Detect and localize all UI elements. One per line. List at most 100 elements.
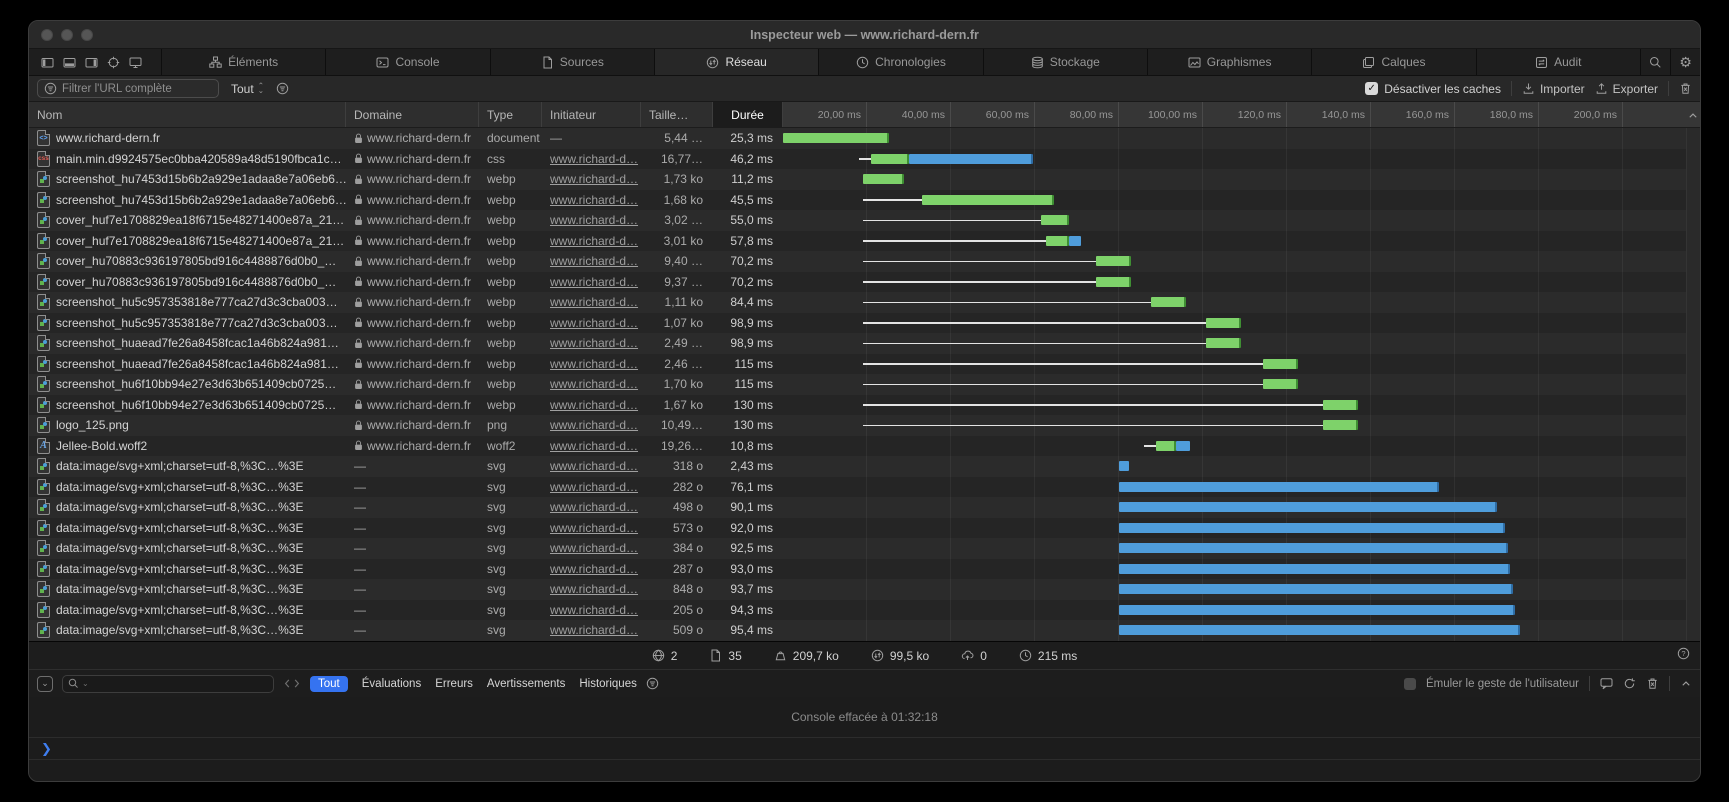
request-initiator[interactable]: www.richard-d… <box>550 439 638 453</box>
next-result-icon[interactable] <box>293 678 301 689</box>
tab-stockage[interactable]: Stockage <box>983 49 1147 75</box>
scrollbar-track[interactable] <box>1686 128 1700 641</box>
console-search-input[interactable]: ⌄ <box>62 675 274 693</box>
request-initiator[interactable]: www.richard-d… <box>550 336 638 350</box>
tab-audit[interactable]: Audit <box>1476 49 1640 75</box>
tab-reseau[interactable]: Réseau <box>654 49 818 75</box>
request-initiator[interactable]: www.richard-d… <box>550 459 638 473</box>
request-initiator[interactable]: www.richard-d… <box>550 562 638 576</box>
network-request-row[interactable]: data:image/svg+xml;charset=utf-8,%3C…%3E… <box>29 600 1700 621</box>
network-request-row[interactable]: screenshot_hu7453d15b6b2a929e1adaa8e7a06… <box>29 169 1700 190</box>
network-request-row[interactable]: screenshot_hu6f10bb94e27e3d63b651409cb07… <box>29 395 1700 416</box>
request-initiator[interactable]: www.richard-d… <box>550 541 638 555</box>
monitor-icon[interactable] <box>129 56 142 69</box>
scroll-up-area[interactable] <box>1686 102 1700 127</box>
network-request-row[interactable]: screenshot_hu5c957353818e777ca27d3c3cba0… <box>29 292 1700 313</box>
settings-button[interactable]: ⚙ <box>1670 49 1700 75</box>
request-initiator[interactable]: www.richard-d… <box>550 521 638 535</box>
url-filter-input[interactable]: Filtrer l'URL complète <box>37 79 219 98</box>
network-request-row[interactable]: logo_125.pngwww.richard-dern.frpngwww.ri… <box>29 415 1700 436</box>
network-request-row[interactable]: data:image/svg+xml;charset=utf-8,%3C…%3E… <box>29 477 1700 498</box>
request-initiator[interactable]: www.richard-d… <box>550 603 638 617</box>
request-initiator[interactable]: www.richard-d… <box>550 254 638 268</box>
column-header-type[interactable]: Type <box>479 102 542 127</box>
column-header-initiateur[interactable]: Initiateur <box>542 102 641 127</box>
network-request-row[interactable]: screenshot_hu6f10bb94e27e3d63b651409cb07… <box>29 374 1700 395</box>
request-initiator[interactable]: www.richard-d… <box>550 500 638 514</box>
clear-console-icon[interactable] <box>1646 677 1659 690</box>
network-request-row[interactable]: screenshot_hu5c957353818e777ca27d3c3cba0… <box>29 313 1700 334</box>
network-request-row[interactable]: cover_hu70883c936197805bd916c4488876d0b0… <box>29 251 1700 272</box>
help-icon[interactable]: ? <box>1677 647 1690 660</box>
request-initiator[interactable]: www.richard-d… <box>550 172 638 186</box>
network-request-row[interactable]: data:image/svg+xml;charset=utf-8,%3C…%3E… <box>29 620 1700 641</box>
collapse-console-icon[interactable] <box>1680 677 1692 690</box>
request-initiator[interactable]: www.richard-d… <box>550 213 638 227</box>
request-initiator[interactable]: www.richard-d… <box>550 275 638 289</box>
column-header-domaine[interactable]: Domaine <box>346 102 479 127</box>
target-icon[interactable] <box>107 56 120 69</box>
reload-icon[interactable] <box>1623 677 1636 690</box>
network-request-row[interactable]: data:image/svg+xml;charset=utf-8,%3C…%3E… <box>29 559 1700 580</box>
request-initiator[interactable]: www.richard-d… <box>550 377 638 391</box>
console-scope-tout[interactable]: Tout <box>310 676 348 692</box>
network-request-row[interactable]: cssmain.min.d9924575ec0bba420589a48d5190… <box>29 149 1700 170</box>
tab-calques[interactable]: Calques <box>1311 49 1475 75</box>
emulate-gesture-checkbox[interactable] <box>1404 678 1416 690</box>
network-request-row[interactable]: AJellee-Bold.woff2www.richard-dern.frwof… <box>29 436 1700 457</box>
zoom-button[interactable] <box>81 29 93 41</box>
network-request-row[interactable]: cover_hu70883c936197805bd916c4488876d0b0… <box>29 272 1700 293</box>
console-filter-icon[interactable] <box>646 677 659 690</box>
network-request-row[interactable]: <>www.richard-dern.frwww.richard-dern.fr… <box>29 128 1700 149</box>
column-header-dure[interactable]: Durée <box>713 102 783 127</box>
column-header-taille[interactable]: Taille… <box>641 102 713 127</box>
request-initiator[interactable]: www.richard-d… <box>550 316 638 330</box>
disable-caches-checkbox[interactable]: ✓ Désactiver les caches <box>1365 82 1501 96</box>
console-scope-erreurs[interactable]: Erreurs <box>435 678 473 690</box>
network-request-row[interactable]: screenshot_huaead7fe26a8458fcac1a46b824a… <box>29 354 1700 375</box>
request-initiator[interactable]: www.richard-d… <box>550 357 638 371</box>
console-scope-evaluations[interactable]: Évaluations <box>362 678 421 690</box>
network-request-row[interactable]: screenshot_hu7453d15b6b2a929e1adaa8e7a06… <box>29 190 1700 211</box>
console-scope-avertissements[interactable]: Avertissements <box>487 678 565 690</box>
import-button[interactable]: Importer <box>1522 82 1585 96</box>
network-request-row[interactable]: data:image/svg+xml;charset=utf-8,%3C…%3E… <box>29 497 1700 518</box>
network-request-row[interactable]: data:image/svg+xml;charset=utf-8,%3C…%3E… <box>29 538 1700 559</box>
export-button[interactable]: Exporter <box>1595 82 1658 96</box>
network-request-row[interactable]: screenshot_huaead7fe26a8458fcac1a46b824a… <box>29 333 1700 354</box>
request-initiator[interactable]: www.richard-d… <box>550 480 638 494</box>
console-mode-icon[interactable]: ⌄ <box>37 676 53 692</box>
tab-chronologies[interactable]: Chronologies <box>818 49 982 75</box>
tab-graphismes[interactable]: Graphismes <box>1147 49 1311 75</box>
dock-left-icon[interactable] <box>41 56 54 69</box>
console-prompt-row[interactable]: ❯ <box>29 738 1700 760</box>
clear-network-items-icon[interactable] <box>1679 82 1692 95</box>
network-request-row[interactable]: data:image/svg+xml;charset=utf-8,%3C…%3E… <box>29 456 1700 477</box>
search-button[interactable] <box>1640 49 1670 75</box>
request-initiator[interactable]: www.richard-d… <box>550 582 638 596</box>
console-scope-historiques[interactable]: Historiques <box>579 678 637 690</box>
resource-type-dropdown[interactable]: Tout ⌃⌄ <box>231 82 264 96</box>
request-initiator[interactable]: www.richard-d… <box>550 295 638 309</box>
network-request-row[interactable]: cover_huf7e1708829ea18f6715e48271400e87a… <box>29 210 1700 231</box>
minimize-button[interactable] <box>61 29 73 41</box>
request-initiator[interactable]: www.richard-d… <box>550 623 638 637</box>
request-initiator[interactable]: www.richard-d… <box>550 398 638 412</box>
network-request-row[interactable]: data:image/svg+xml;charset=utf-8,%3C…%3E… <box>29 579 1700 600</box>
request-initiator[interactable]: www.richard-d… <box>550 234 638 248</box>
request-initiator[interactable]: www.richard-d… <box>550 193 638 207</box>
previous-result-icon[interactable] <box>283 678 291 689</box>
network-request-row[interactable]: data:image/svg+xml;charset=utf-8,%3C…%3E… <box>29 518 1700 539</box>
console-pane-icon[interactable] <box>1600 677 1613 690</box>
request-initiator[interactable]: www.richard-d… <box>550 418 638 432</box>
tab-sources[interactable]: Sources <box>490 49 654 75</box>
tab-elements[interactable]: Éléments <box>161 49 325 75</box>
dock-bottom-icon[interactable] <box>63 56 76 69</box>
close-button[interactable] <box>41 29 53 41</box>
network-request-row[interactable]: cover_huf7e1708829ea18f6715e48271400e87a… <box>29 231 1700 252</box>
column-header-nom[interactable]: Nom <box>29 102 346 127</box>
filter-options-icon[interactable] <box>276 82 289 95</box>
dock-right-icon[interactable] <box>85 56 98 69</box>
tab-console[interactable]: Console <box>325 49 489 75</box>
request-initiator[interactable]: www.richard-d… <box>550 152 638 166</box>
